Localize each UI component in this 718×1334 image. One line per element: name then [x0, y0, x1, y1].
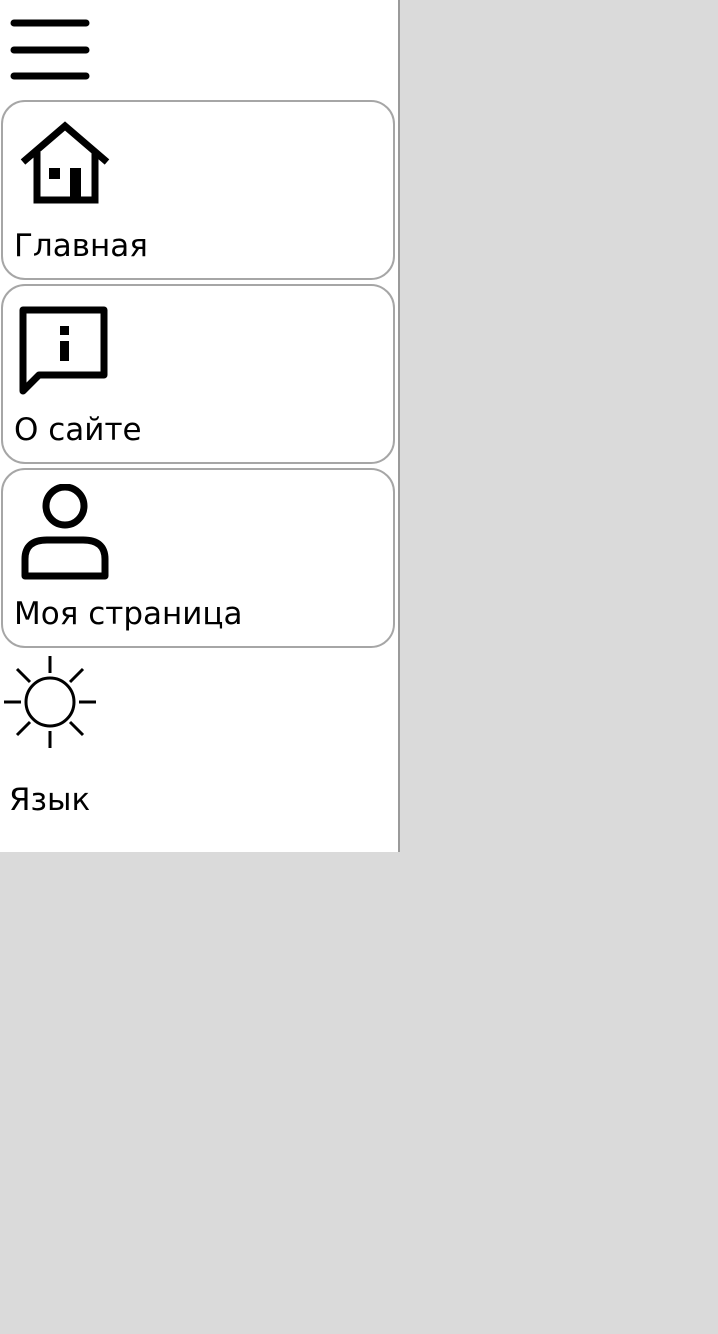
nav-item-label: О сайте [14, 412, 142, 448]
nav-item-label: Главная [14, 228, 148, 264]
menu-toggle-button[interactable] [8, 14, 92, 86]
language-toggle[interactable]: Язык [0, 652, 396, 832]
home-icon [17, 116, 113, 212]
nav-item-my-page[interactable]: Моя страница [1, 468, 395, 648]
language-label: Язык [9, 782, 91, 818]
nav-item-home[interactable]: Главная [1, 100, 395, 280]
nav-item-about[interactable]: О сайте [1, 284, 395, 464]
sun-icon [2, 654, 98, 750]
user-icon [17, 484, 113, 580]
nav-item-label: Моя страница [14, 596, 243, 632]
hamburger-menu-icon [10, 19, 90, 80]
sidebar: Главная О сайте Моя страница Язык [0, 0, 400, 852]
info-message-icon [17, 300, 113, 396]
